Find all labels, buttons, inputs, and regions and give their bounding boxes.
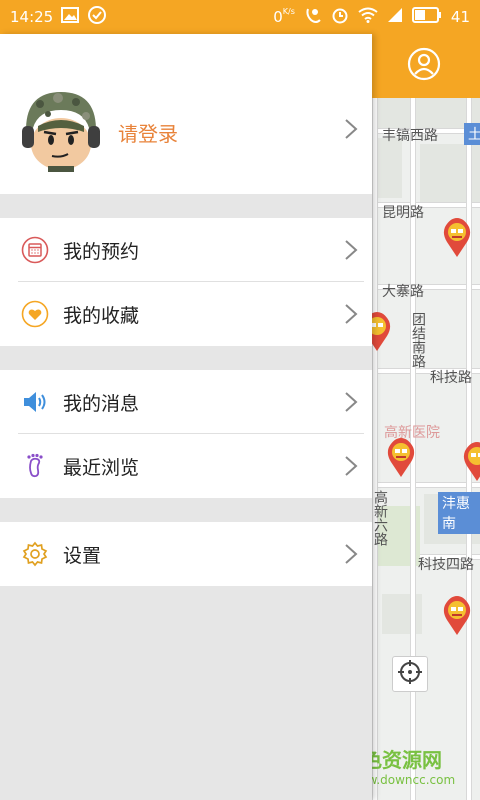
map-pin-icon[interactable] [386,438,416,478]
map-pin-icon[interactable] [442,218,472,258]
map-tag-fenghui: 沣惠南 [438,492,480,534]
locate-button[interactable] [392,656,428,692]
map-label-dazhai-road: 大寨路 [382,284,424,300]
menu-item-recent-views[interactable]: 最近浏览 [0,434,372,498]
soldier-avatar-icon [18,86,104,172]
gear-icon [20,539,50,569]
chevron-right-icon [344,303,358,325]
menu-item-label: 设置 [63,544,102,567]
side-drawer: 请登录 我的预约 我的收藏 我的消息 最近浏览 设置 [0,34,372,800]
check-notification-icon [87,5,107,29]
no-disturb-icon [304,6,322,28]
watermark: 绿色资源网 www.downcc.com [372,744,455,787]
battery-icon [411,7,442,27]
profile-login-row[interactable]: 请登录 [0,34,372,194]
menu-item-label: 我的收藏 [63,304,140,327]
menu-item-settings[interactable]: 设置 [0,522,372,586]
map-label-fenghao-road: 丰镐西路 [382,128,438,144]
chevron-right-icon [344,391,358,413]
map-label-keji-road: 科技路 [430,370,472,386]
map-pin-icon[interactable] [372,312,392,352]
signal-icon [387,7,403,27]
footprint-icon [20,451,50,481]
map-label-keji4-road: 科技四路 [418,557,474,573]
chevron-right-icon [344,118,358,140]
map-header [372,34,480,98]
map-pin-icon[interactable] [462,442,480,482]
map-view[interactable]: 丰镐西路 土 昆明路 大寨路 团结南路 科技路 高新医院 沣惠南 高新六路 科技… [372,34,480,800]
speaker-icon [20,387,50,417]
menu-item-label: 我的消息 [63,392,140,415]
map-label-tuanjie-road: 团结南路 [410,312,426,368]
menu-group-settings: 设置 [0,522,372,586]
alarm-icon [331,6,349,28]
map-label-gaoxin6-road: 高新六路 [372,490,388,546]
map-pin-icon[interactable] [442,596,472,636]
status-time: 14:25 [10,8,54,26]
heart-icon [20,299,50,329]
menu-item-label: 最近浏览 [63,456,140,479]
menu-item-my-messages[interactable]: 我的消息 [0,370,372,434]
user-profile-icon[interactable] [407,47,441,85]
wifi-icon [358,7,378,27]
calendar-icon [20,235,50,265]
menu-item-my-favorites[interactable]: 我的收藏 [0,282,372,346]
net-speed: 0 K/s [273,7,295,27]
menu-item-label: 我的预约 [63,240,140,263]
menu-item-my-appointments[interactable]: 我的预约 [0,218,372,282]
menu-group-account: 我的预约 我的收藏 [0,218,372,346]
watermark-url: www.downcc.com [372,773,456,787]
chevron-right-icon [344,543,358,565]
map-tag-fenghao: 土 [464,123,480,145]
status-bar: 14:25 0 K/s 41 [0,0,480,34]
map-label-kunming-road: 昆明路 [382,205,424,221]
menu-group-activity: 我的消息 最近浏览 [0,370,372,498]
crosshair-icon [397,659,423,689]
chevron-right-icon [344,455,358,477]
chevron-right-icon [344,239,358,261]
watermark-title: 绿色资源网 [372,748,442,772]
image-notification-icon [61,7,80,27]
battery-level: 41 [450,8,470,26]
login-label: 请登录 [118,122,178,146]
